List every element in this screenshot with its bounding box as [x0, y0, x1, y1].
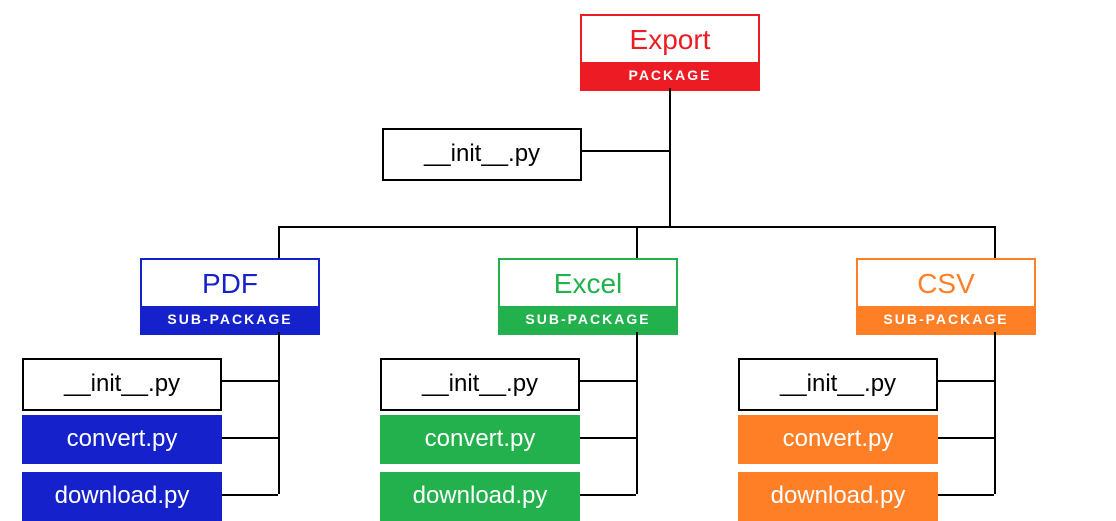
subpackage-pdf-name: PDF: [142, 260, 318, 306]
subpackage-csv-name: CSV: [858, 260, 1034, 306]
subpackage-excel-name: Excel: [500, 260, 676, 306]
connector: [580, 380, 636, 382]
file-csv-init: __init__.py: [738, 358, 938, 411]
file-excel-init: __init__.py: [380, 358, 580, 411]
file-csv-convert: convert.py: [738, 415, 938, 464]
connector: [636, 226, 638, 258]
subpackage-excel-tag: SUB-PACKAGE: [500, 306, 676, 333]
connector: [938, 380, 994, 382]
file-excel-convert: convert.py: [380, 415, 580, 464]
file-pdf-init: __init__.py: [22, 358, 222, 411]
subpackage-csv-tag: SUB-PACKAGE: [858, 306, 1034, 333]
connector: [278, 226, 280, 258]
file-root-init: __init__.py: [382, 128, 582, 181]
package-export-name: Export: [582, 16, 758, 62]
subpackage-pdf: PDF SUB-PACKAGE: [140, 258, 320, 335]
connector: [994, 226, 996, 258]
file-pdf-convert: convert.py: [22, 415, 222, 464]
connector: [580, 494, 636, 496]
connector: [582, 150, 669, 152]
subpackage-excel: Excel SUB-PACKAGE: [498, 258, 678, 335]
file-excel-download: download.py: [380, 472, 580, 521]
package-export-tag: PACKAGE: [582, 62, 758, 89]
file-csv-download: download.py: [738, 472, 938, 521]
subpackage-pdf-tag: SUB-PACKAGE: [142, 306, 318, 333]
connector: [938, 437, 994, 439]
connector: [222, 494, 278, 496]
connector: [669, 88, 671, 228]
subpackage-csv: CSV SUB-PACKAGE: [856, 258, 1036, 335]
connector: [580, 437, 636, 439]
connector: [938, 494, 994, 496]
file-pdf-download: download.py: [22, 472, 222, 521]
connector: [278, 332, 280, 494]
connector: [222, 380, 278, 382]
connector: [636, 332, 638, 494]
connector: [994, 332, 996, 494]
connector: [222, 437, 278, 439]
package-export: Export PACKAGE: [580, 14, 760, 91]
